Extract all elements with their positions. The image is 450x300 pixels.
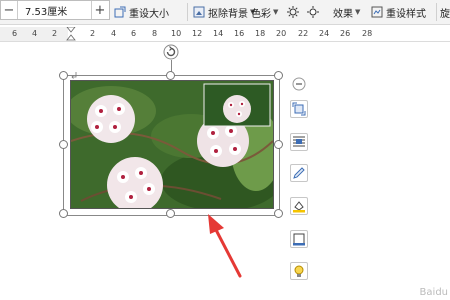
horizontal-ruler: 6 4 2 2 4 6 8 10 12 14 16 18 20 22 24 26… bbox=[0, 27, 450, 42]
ruler-number: 24 bbox=[319, 29, 330, 38]
remove-background-button[interactable]: 抠除背景 ▼ bbox=[193, 0, 255, 24]
resize-handle-bottom-right[interactable] bbox=[274, 209, 283, 218]
layout-options-icon bbox=[292, 102, 306, 116]
ruler-number: 20 bbox=[276, 29, 287, 38]
brightness-increase-button[interactable] bbox=[287, 0, 299, 24]
resize-handle-left[interactable] bbox=[59, 140, 68, 149]
effects-label: 效果 bbox=[333, 8, 353, 20]
fill-color-button[interactable] bbox=[290, 197, 308, 215]
reset-size-button[interactable]: 重设大小 bbox=[114, 0, 169, 24]
decrease-width-button[interactable]: − bbox=[1, 1, 18, 19]
hoya-flower-picture[interactable] bbox=[70, 80, 274, 209]
reset-style-label: 重设样式 bbox=[386, 8, 426, 20]
wrap-text-icon bbox=[293, 136, 305, 147]
ruler-number: 6 bbox=[131, 29, 137, 38]
ruler-number: 22 bbox=[298, 29, 309, 38]
border-icon bbox=[293, 233, 305, 246]
ruler-number: 8 bbox=[152, 29, 158, 38]
resize-handle-top-right[interactable] bbox=[274, 71, 283, 80]
ruler-number: 2 bbox=[52, 29, 58, 38]
rotate-button[interactable]: 旋 bbox=[440, 0, 450, 24]
ruler-number: 12 bbox=[192, 29, 203, 38]
border-button[interactable] bbox=[290, 230, 308, 248]
increase-width-button[interactable]: + bbox=[91, 1, 108, 19]
resize-handle-top-left[interactable] bbox=[59, 71, 68, 80]
resize-handle-bottom[interactable] bbox=[166, 209, 175, 218]
reset-style-button[interactable]: 重设样式 bbox=[371, 0, 426, 24]
reset-style-icon bbox=[371, 6, 383, 18]
tips-bulb-icon bbox=[294, 265, 304, 277]
ruler-number: 28 bbox=[362, 29, 373, 38]
edit-pen-button[interactable] bbox=[290, 164, 308, 182]
color-dropdown[interactable]: 色彩 ▼ bbox=[251, 0, 278, 24]
ruler-number: 6 bbox=[12, 29, 18, 38]
ruler-number: 4 bbox=[111, 29, 117, 38]
indent-marker-icon[interactable] bbox=[66, 27, 76, 41]
rotate-label: 旋 bbox=[440, 8, 450, 20]
ruler-number: 14 bbox=[213, 29, 224, 38]
annotation-arrow-icon bbox=[208, 214, 242, 278]
ruler-number: 2 bbox=[90, 29, 96, 38]
resize-handle-right[interactable] bbox=[274, 140, 283, 149]
width-spin-box[interactable]: − 7.53厘米 + bbox=[0, 0, 110, 20]
brightness-decrease-button[interactable] bbox=[307, 0, 319, 24]
color-label: 色彩 bbox=[251, 8, 271, 20]
toolbar-divider bbox=[436, 3, 437, 21]
ruler-number: 18 bbox=[255, 29, 266, 38]
effects-dropdown[interactable]: 效果 ▼ bbox=[333, 0, 360, 24]
picture-toolbar: − 7.53厘米 + 重设大小 抠除背景 ▼ 色彩 ▼ 效果 ▼ 重设样式 旋 bbox=[0, 0, 450, 25]
layout-options-button[interactable] bbox=[290, 100, 308, 118]
toolbar-divider bbox=[187, 3, 188, 21]
collapse-minus-icon[interactable] bbox=[292, 77, 306, 91]
fill-color-icon bbox=[293, 201, 305, 213]
chevron-down-icon: ▼ bbox=[355, 8, 361, 16]
ruler-number: 16 bbox=[234, 29, 245, 38]
ruler-number: 26 bbox=[340, 29, 351, 38]
brightness-increase-icon bbox=[287, 6, 299, 18]
resize-handle-bottom-left[interactable] bbox=[59, 209, 68, 218]
paragraph-mark-icon bbox=[71, 72, 77, 79]
brightness-decrease-icon bbox=[307, 6, 319, 18]
watermark: Baidu bbox=[419, 287, 448, 298]
ruler-number: 10 bbox=[171, 29, 182, 38]
remove-background-label: 抠除背景 bbox=[208, 8, 248, 20]
ruler-number: 4 bbox=[32, 29, 38, 38]
reset-size-icon bbox=[114, 6, 126, 18]
wrap-text-button[interactable] bbox=[290, 133, 308, 151]
flower-photo-image bbox=[71, 81, 273, 208]
resize-handle-top[interactable] bbox=[166, 71, 175, 80]
remove-background-icon bbox=[193, 6, 205, 18]
chevron-down-icon: ▼ bbox=[273, 8, 279, 16]
width-value[interactable]: 7.53厘米 bbox=[25, 3, 67, 18]
rotate-handle-icon[interactable] bbox=[163, 44, 179, 60]
edit-pen-icon bbox=[293, 167, 305, 179]
tips-bulb-button[interactable] bbox=[290, 262, 308, 280]
reset-size-label: 重设大小 bbox=[129, 8, 169, 20]
